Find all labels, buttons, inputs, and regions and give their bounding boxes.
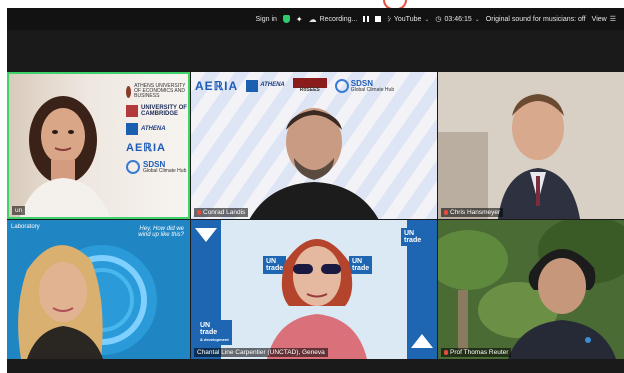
participant-name-label: un xyxy=(12,206,26,215)
broadcast-icon: ｼ xyxy=(387,16,391,23)
un-trade-development-logo: UN trade xyxy=(401,228,425,246)
sdsn-logo: SDSN Global Climate Hub xyxy=(334,78,394,93)
video-tile[interactable]: AEℝIA ATHENA RoSEES SDSN Global Climate … xyxy=(191,72,437,219)
un-text: UN xyxy=(404,230,415,237)
youtube-stream-menu[interactable]: ｼ YouTube ⌄ xyxy=(387,14,429,24)
security-shield-icon[interactable] xyxy=(282,15,290,23)
participant-video xyxy=(18,245,103,359)
zoom-window: Sign in ✦ ☁ Recording... ｼ YouTube ⌄ ◷ 0… xyxy=(7,0,624,373)
sdsn-text: SDSN Global Climate Hub xyxy=(351,79,394,93)
video-tile[interactable]: Prof Thomas Reuter xyxy=(438,220,624,359)
muted-mic-icon xyxy=(197,210,201,215)
pause-recording-icon[interactable] xyxy=(363,16,370,22)
slide-question-text: Hey, How did we wind up like this? xyxy=(138,226,184,238)
video-tile[interactable]: Chris Hansmeyer xyxy=(438,72,624,219)
chevron-down-icon: ⌄ xyxy=(424,16,430,23)
participant-video xyxy=(508,248,616,359)
cambridge-line2: CAMBRIDGE xyxy=(141,111,178,117)
video-tile[interactable]: Laboratory Hey, How did we wind up like … xyxy=(7,220,190,359)
participant-name-label: Conrad Landis xyxy=(194,208,249,217)
meeting-timer[interactable]: ◷ 03:46:15 ⌄ xyxy=(435,15,480,24)
athena-logo: ATHENA xyxy=(246,79,285,92)
cloud-icon: ☁ xyxy=(308,14,317,24)
participant-name: un xyxy=(15,207,23,214)
rosees-logo: RoSEES xyxy=(292,78,327,93)
hamburger-icon: ☰ xyxy=(609,16,616,23)
sign-in-link[interactable]: Sign in xyxy=(256,16,277,23)
participant-name: Prof Thomas Reuter xyxy=(450,349,509,356)
recording-label: Recording... xyxy=(319,15,358,23)
sponsor-logo-banner: AEℝIA ATHENA RoSEES SDSN Global Climate … xyxy=(195,78,431,93)
timer-value: 03:46:15 xyxy=(444,15,472,23)
un-text: UN xyxy=(200,322,211,329)
muted-mic-icon xyxy=(444,350,448,355)
cambridge-text: UNIVERSITY OF CAMBRIDGE xyxy=(141,105,187,117)
participant-name-label: Chantal Line Carpentier (UNCTAD), Geneva xyxy=(194,348,328,357)
trade-text: trade xyxy=(200,329,218,336)
sdsn-text: SDSN Global Climate Hub xyxy=(143,160,186,174)
participant-name: Chantal Line Carpentier (UNCTAD), Geneva xyxy=(197,349,325,356)
clock-icon: ◷ xyxy=(435,16,442,23)
athena-logo-icon xyxy=(246,79,259,92)
trade-text: trade xyxy=(404,237,422,244)
athena-logo-icon xyxy=(126,123,138,135)
aeria-logo: AEℝIA xyxy=(195,78,239,93)
sdsn-logo-icon xyxy=(334,78,349,93)
muted-mic-icon xyxy=(444,210,448,215)
youtube-label: YouTube xyxy=(393,15,422,23)
aeria-logo: AEℝIA xyxy=(126,142,166,154)
top-bar: Sign in ✦ ☁ Recording... ｼ YouTube ⌄ ◷ 0… xyxy=(7,8,624,30)
sdsn-subtitle: Global Climate Hub xyxy=(143,168,187,174)
development-text: & development xyxy=(200,337,229,342)
sponsor-logos: ATHENS UNIVERSITY OF ECONOMICS AND BUSIN… xyxy=(126,83,188,180)
athena-text: ATHENA xyxy=(260,82,285,88)
original-sound-toggle[interactable]: Original sound for musicians: off xyxy=(486,16,586,23)
chevron-down-icon: ⌄ xyxy=(474,16,480,23)
participant-video xyxy=(20,96,110,217)
un-trade-development-logo: UN trade & development xyxy=(197,320,232,345)
view-menu[interactable]: View ☰ xyxy=(591,15,616,24)
video-tile[interactable]: UN trade UN trade & development UN trade… xyxy=(191,220,437,359)
participant-name: Conrad Landis xyxy=(203,209,246,216)
sdsn-subtitle: Global Climate Hub xyxy=(350,86,395,93)
view-label: View xyxy=(591,15,607,23)
bottom-bar xyxy=(7,359,624,373)
video-tile-active-speaker[interactable]: ATHENS UNIVERSITY OF ECONOMICS AND BUSIN… xyxy=(7,72,190,219)
stop-recording-icon[interactable] xyxy=(375,16,382,22)
ai-companion-icon[interactable]: ✦ xyxy=(296,15,303,24)
sdsn-logo-icon xyxy=(126,160,140,174)
participant-name-label: Chris Hansmeyer xyxy=(441,208,504,217)
athens-university-text: ATHENS UNIVERSITY OF ECONOMICS AND BUSIN… xyxy=(134,83,186,99)
rosees-text: RoSEES xyxy=(299,87,320,93)
cambridge-crest-icon xyxy=(126,105,138,117)
participant-name-label: Prof Thomas Reuter xyxy=(441,348,512,357)
athens-university-logo-icon xyxy=(126,85,132,98)
participant-name: Chris Hansmeyer xyxy=(450,209,501,216)
participant-video xyxy=(249,108,379,219)
participant-video xyxy=(438,72,624,219)
recording-status[interactable]: ☁ Recording... xyxy=(309,15,358,24)
athena-text: ATHENA xyxy=(141,125,166,132)
participant-video xyxy=(267,239,367,359)
